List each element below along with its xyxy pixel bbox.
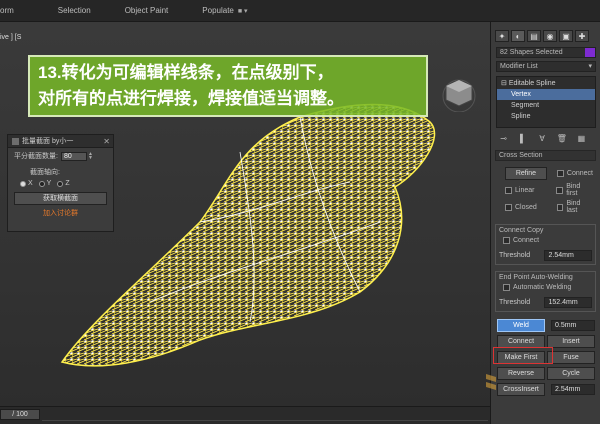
dialog-title: 批量截面 by小一 [22, 138, 74, 145]
insert-button[interactable]: Insert [547, 335, 595, 348]
crossinsert-value-field[interactable]: 2.54mm [551, 384, 595, 395]
auto-weld-title: End Point Auto-Welding [499, 274, 592, 281]
menu-selection[interactable]: Selection [58, 6, 91, 15]
time-ruler[interactable] [42, 411, 488, 421]
menu-bar: orm Selection Object Paint Populate ■ ▾ [0, 0, 600, 22]
fuse-button[interactable]: Fuse [547, 351, 595, 364]
connect-copy-title: Connect Copy [499, 227, 592, 234]
axis-label: 截面轴向: [30, 169, 60, 176]
create-tab-icon[interactable]: ✦ [495, 30, 509, 42]
app-icon [12, 137, 19, 145]
crossinsert-button[interactable]: CrossInsert [497, 383, 545, 396]
bind-first-checkbox[interactable]: Bind first [556, 183, 593, 197]
viewcube-icon[interactable] [440, 74, 478, 112]
count-spinner-icon[interactable]: ▲ ▼ [88, 151, 94, 161]
viewport-perspective[interactable]: ive ] [S 13.转化为可编辑样线条，在点级别下， 对所有的点进行焊接，焊… [0, 22, 490, 406]
axis-y-label: Y [46, 180, 52, 187]
object-color-swatch[interactable] [585, 48, 595, 57]
stack-item-segment[interactable]: Segment [497, 100, 595, 111]
display-tab-icon[interactable]: ▣ [559, 30, 573, 42]
dialog-title-bar[interactable]: 批量截面 by小一 ✕ [8, 135, 113, 148]
cross-section-title[interactable]: Cross Section [495, 150, 596, 161]
batch-section-dialog: 批量截面 by小一 ✕ 平分截面数量: 80 ▲ ▼ 截面轴向: X Y Z 获取… [7, 134, 114, 232]
instruction-banner: 13.转化为可编辑样线条，在点级别下， 对所有的点进行焊接，焊接值适当调整。 [28, 55, 428, 117]
connect-copy-group: Connect Copy Connect Threshold 2.54mm [495, 224, 596, 265]
weld-threshold-label: Threshold [499, 299, 531, 306]
refine-button[interactable]: Refine [505, 167, 547, 180]
hierarchy-tab-icon[interactable]: ▤ [527, 30, 541, 42]
refine-connect-checkbox[interactable]: Connect [556, 170, 593, 177]
join-group-link[interactable]: 加入讨论群 [8, 208, 113, 218]
weld-button[interactable]: Weld [497, 319, 545, 332]
closed-checkbox[interactable]: Closed [505, 200, 557, 214]
time-bar: / 100 [0, 406, 490, 424]
axis-z-label: Z [65, 180, 70, 187]
expand-icon[interactable]: ⊟ [501, 80, 509, 87]
modifier-stack: ⊟ Editable Spline Vertex Segment Spline [496, 76, 596, 128]
command-tabs: ✦ ◐ ▤ ◉ ▣ ✚ [491, 22, 600, 44]
axis-z-radio[interactable] [57, 180, 64, 187]
modify-tab-icon[interactable]: ◐ [511, 30, 525, 42]
modifier-list-dropdown[interactable]: Modifier List ▾ [496, 61, 596, 72]
make-unique-icon[interactable]: ∀ [538, 134, 547, 144]
reverse-button[interactable]: Reverse [497, 367, 545, 380]
stack-item-editable-spline[interactable]: ⊟ Editable Spline [497, 78, 595, 89]
connect-copy-checkbox[interactable]: Connect [503, 237, 539, 244]
menu-populate[interactable]: Populate [202, 6, 234, 15]
banner-line-1: 13.转化为可编辑样线条，在点级别下， [38, 63, 334, 82]
connect-threshold-label: Threshold [499, 252, 531, 259]
time-slider[interactable]: / 100 [0, 409, 40, 420]
modifier-list-text: Modifier List [500, 62, 538, 70]
linear-checkbox[interactable]: Linear [505, 183, 556, 197]
cycle-button[interactable]: Cycle [547, 367, 595, 380]
connect-threshold-field[interactable]: 2.54mm [544, 250, 592, 261]
stack-item-spline[interactable]: Spline [497, 111, 595, 122]
banner-line-2: 对所有的点进行焊接，焊接值适当调整。 [38, 89, 344, 108]
weld-value-field[interactable]: 0.5mm [551, 320, 595, 331]
axis-x-radio[interactable] [20, 180, 26, 187]
menu-form[interactable]: orm [0, 6, 14, 15]
remove-modifier-icon[interactable]: 🗑 [557, 134, 567, 144]
auto-weld-checkbox[interactable]: Automatic Welding [503, 284, 571, 291]
count-label: 平分截面数量: [14, 153, 58, 160]
bind-last-checkbox[interactable]: Bind last [556, 200, 594, 214]
utilities-tab-icon[interactable]: ✚ [575, 30, 589, 42]
populate-dropdown-icon[interactable]: ■ ▾ [238, 7, 248, 15]
stack-item-vertex[interactable]: Vertex [497, 89, 595, 100]
site-logo-icon [486, 374, 496, 390]
get-section-button[interactable]: 获取横截面 [14, 192, 107, 205]
motion-tab-icon[interactable]: ◉ [543, 30, 557, 42]
weld-highlight-outline [493, 347, 553, 364]
cross-section-rollout: Cross Section Refine Connect Linear Bind… [495, 150, 596, 214]
auto-weld-group: End Point Auto-Welding Automatic Welding… [495, 271, 596, 312]
chevron-down-icon: ▾ [588, 62, 592, 70]
show-end-result-icon[interactable]: ▌ [518, 134, 527, 144]
menu-object-paint[interactable]: Object Paint [125, 6, 169, 15]
selection-name-field[interactable]: 82 Shapes Selected [496, 47, 596, 58]
axis-x-label: X [28, 180, 33, 187]
configure-sets-icon[interactable]: ▦ [577, 134, 586, 144]
weld-threshold-field[interactable]: 152.4mm [544, 297, 592, 308]
pin-stack-icon[interactable]: ⊸ [499, 134, 508, 144]
axis-y-radio[interactable] [38, 180, 45, 187]
count-field[interactable]: 80 [60, 151, 87, 161]
selection-name-text: 82 Shapes Selected [500, 48, 563, 56]
close-icon[interactable]: ✕ [103, 137, 110, 146]
stack-controls: ⊸ ▌ ∀ 🗑 ▦ [499, 134, 596, 144]
